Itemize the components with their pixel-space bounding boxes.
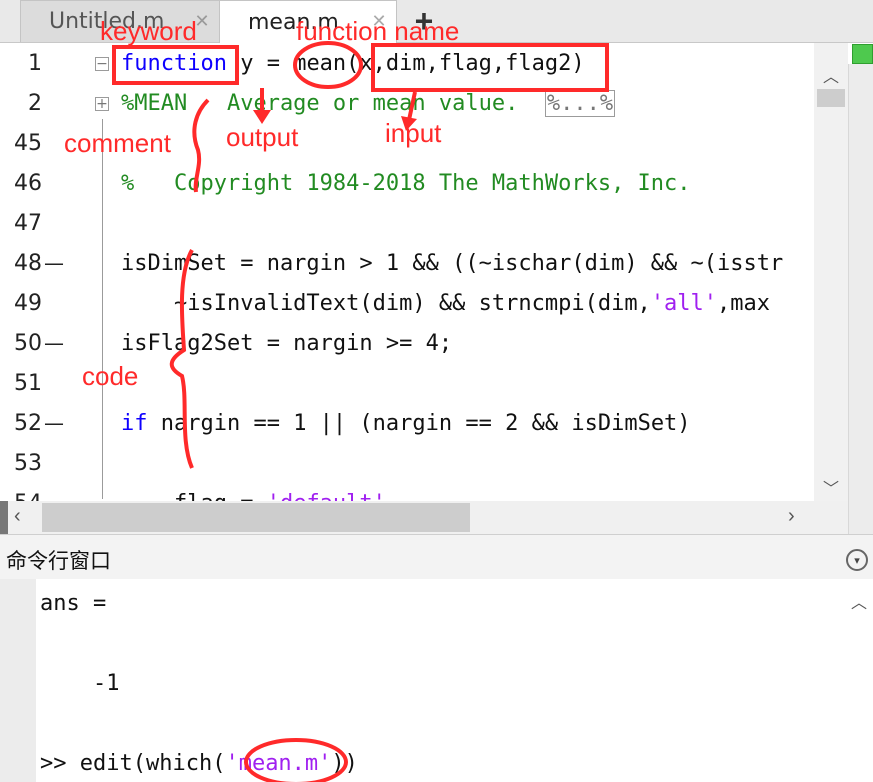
- side-panel-strip: [848, 64, 873, 534]
- scroll-up-icon[interactable]: ︿: [814, 63, 848, 86]
- command-window-header: 命令行窗口 ▾: [0, 534, 873, 580]
- code-line-48: isDimSet = nargin > 1 && ((~ischar(dim) …: [121, 251, 784, 276]
- line-number-gutter: 1 2 45 46 47 48 — 49 50 — 51 52 — 53 54: [0, 43, 90, 501]
- code-line-50: isFlag2Set = nargin >= 4;: [121, 331, 453, 356]
- string-literal: 'all': [650, 291, 718, 316]
- scroll-thumb[interactable]: [42, 503, 470, 532]
- line-number: 51: [14, 371, 42, 396]
- input-annotation-label: input: [385, 118, 442, 148]
- command-text: )): [331, 751, 358, 776]
- copyright-comment: % Copyright 1984-2018 The MathWorks, Inc…: [121, 171, 691, 196]
- line-number: 47: [14, 211, 42, 236]
- code-annotation-label: code: [82, 361, 139, 391]
- fold-collapse-icon[interactable]: −: [95, 57, 109, 71]
- code-line-52: if nargin == 1 || (nargin == 2 && isDimS…: [121, 411, 691, 436]
- command-window-title: 命令行窗口: [6, 549, 111, 573]
- command-text: edit(which(: [79, 751, 226, 776]
- code-editor[interactable]: 1 2 45 46 47 48 — 49 50 — 51 52 — 53 54 …: [0, 43, 848, 501]
- code-line-46: % Copyright 1984-2018 The MathWorks, Inc…: [121, 171, 691, 196]
- scroll-right-icon[interactable]: ›: [788, 505, 795, 528]
- line-number: 1: [28, 51, 42, 76]
- line-number: 48: [14, 251, 42, 276]
- editor-horizontal-scrollbar[interactable]: ‹ ›: [0, 501, 848, 534]
- keyword-function: function: [121, 51, 227, 76]
- collapsed-comment-spacer: [518, 91, 545, 116]
- scroll-left-icon[interactable]: ‹: [14, 505, 21, 528]
- fold-expand-icon[interactable]: +: [95, 97, 109, 111]
- line-number: 53: [14, 451, 42, 476]
- output-value: -1: [40, 671, 120, 696]
- string-literal: 'mean.m': [225, 751, 332, 776]
- code-line-2: %MEAN Average or mean value. %...%: [121, 90, 616, 117]
- function-name-annotation-label: function name: [296, 16, 460, 46]
- help-comment: %MEAN Average or mean value.: [121, 91, 519, 116]
- code-text: ,max: [717, 291, 771, 316]
- line-number: 46: [14, 171, 42, 196]
- line-number: 2: [28, 91, 42, 116]
- code-text: nargin == 1 || (nargin == 2 && isDimSet): [147, 411, 691, 436]
- scroll-thumb[interactable]: [817, 89, 845, 107]
- breakpoint-dash[interactable]: —: [44, 411, 64, 435]
- collapsed-comment-block[interactable]: %...%: [544, 90, 616, 117]
- breakpoint-dash[interactable]: —: [44, 331, 64, 355]
- line-number: 54: [0, 491, 42, 501]
- command-window[interactable]: ans = -1 >> edit(which('mean.m')): [36, 579, 848, 782]
- breakpoint-dash[interactable]: —: [44, 251, 64, 275]
- line-number: 49: [14, 291, 42, 316]
- line-number: 50: [14, 331, 42, 356]
- function-signature: y = mean(x,dim,flag,flag2): [226, 51, 585, 76]
- editor-vertical-scrollbar[interactable]: ︿ ﹀: [814, 43, 848, 501]
- status-indicator: [852, 44, 873, 64]
- command-prompt: >>: [40, 751, 80, 776]
- scroll-up-icon[interactable]: ︿: [851, 589, 867, 613]
- panel-menu-icon[interactable]: ▾: [846, 549, 868, 571]
- code-text: flag =: [121, 491, 267, 501]
- scrollbar-edge: [0, 501, 8, 534]
- code-text: ~isInvalidText(dim) && strncmpi(dim,: [121, 291, 651, 316]
- comment-annotation-label: comment: [64, 128, 171, 158]
- fold-guide-line: [102, 119, 103, 499]
- keyword-annotation-label: keyword: [100, 16, 197, 46]
- keyword-if: if: [121, 411, 148, 436]
- scroll-down-icon[interactable]: ﹀: [814, 475, 848, 498]
- line-number: 45: [14, 131, 42, 156]
- command-window-scrollbar[interactable]: ︿: [848, 579, 873, 782]
- string-literal: 'default': [267, 491, 386, 501]
- command-line[interactable]: >> edit(which('mean.m')): [40, 751, 358, 776]
- code-line-54: flag = 'default': [121, 491, 386, 501]
- command-window-margin: [0, 579, 36, 782]
- code-line-49: ~isInvalidText(dim) && strncmpi(dim,'all…: [121, 291, 770, 316]
- code-line-1: function y = mean(x,dim,flag,flag2): [121, 51, 585, 76]
- line-number: 52: [14, 411, 42, 436]
- output-annotation-label: output: [226, 122, 299, 152]
- output-ans: ans =: [40, 591, 107, 616]
